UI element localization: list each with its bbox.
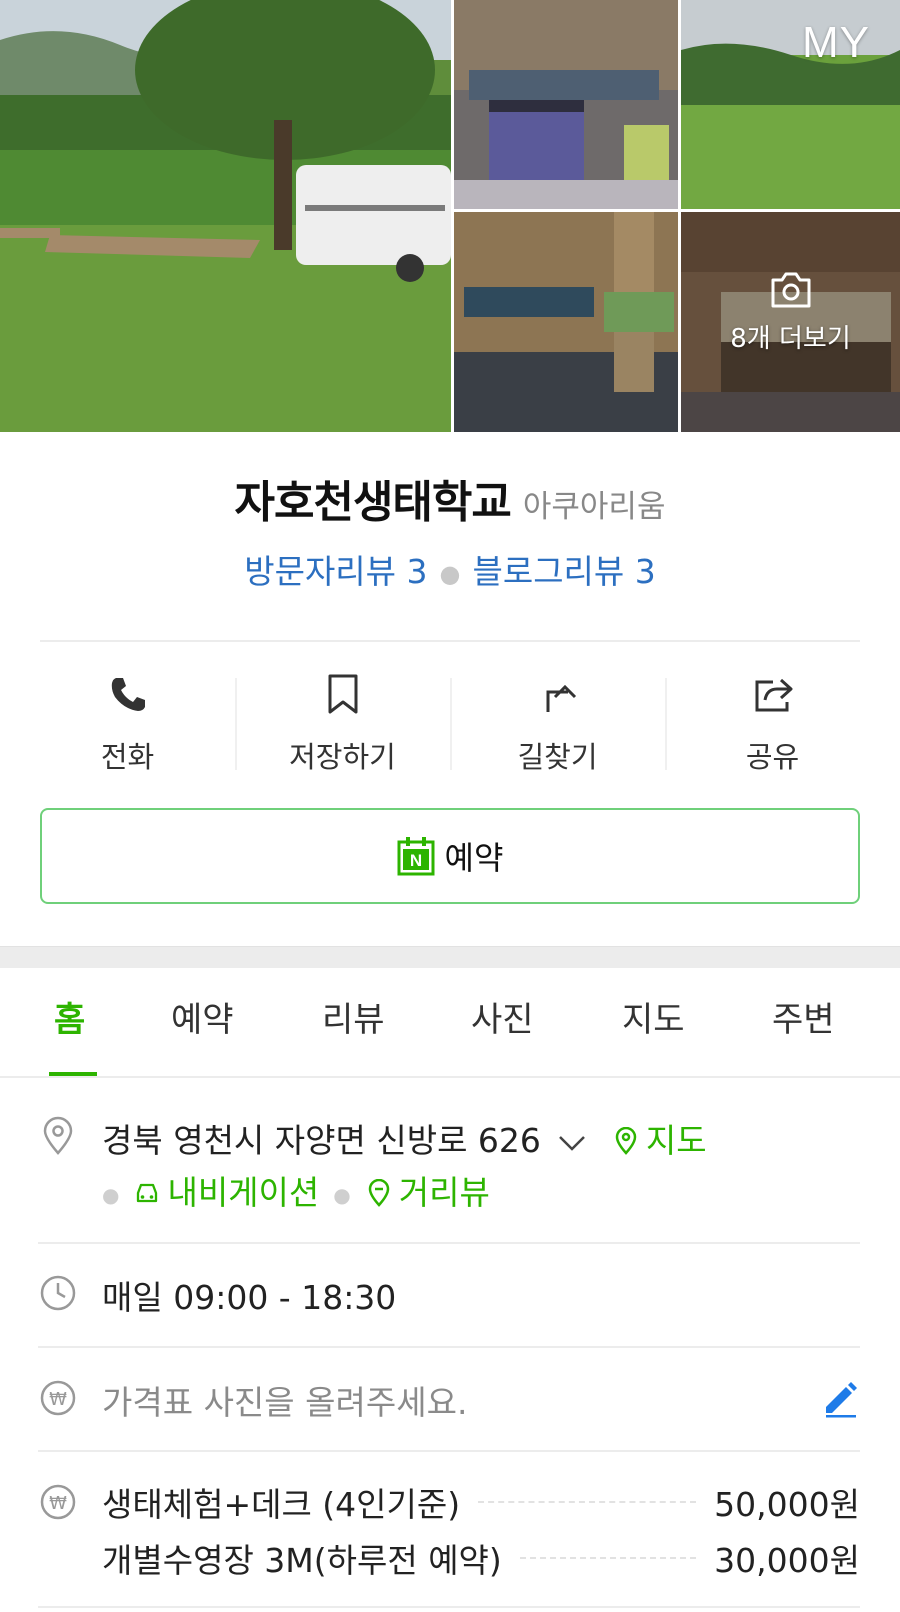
price-item-name: 생태체험+데크 (4인기준) xyxy=(102,1485,461,1524)
clock-icon xyxy=(40,1275,76,1311)
place-category: 아쿠아리움 xyxy=(522,489,666,525)
main-photo[interactable] xyxy=(0,0,451,432)
map-link[interactable]: 지도 xyxy=(612,1121,707,1160)
blog-reviews-link[interactable]: 블로그리뷰 3 xyxy=(472,552,655,591)
tab-reviews[interactable]: 리뷰 xyxy=(322,992,385,1041)
address-row: 경북 영천시 자양면 신방로 626 지도 xyxy=(102,1114,707,1162)
call-button[interactable]: 전화 xyxy=(20,660,235,780)
map-pin-icon xyxy=(615,1127,637,1155)
navigation-label: 내비게이션 xyxy=(167,1173,320,1212)
camera-icon xyxy=(771,272,810,307)
photo-tank-wall[interactable] xyxy=(454,212,678,432)
call-label: 전화 xyxy=(100,740,155,774)
photo-aquarium-hall[interactable] xyxy=(454,0,678,209)
location-pin-icon xyxy=(43,1116,73,1155)
my-badge[interactable]: MY xyxy=(802,18,870,68)
divider xyxy=(38,1242,860,1244)
separator-dot: ● xyxy=(333,1182,351,1207)
active-tab-indicator xyxy=(49,1072,97,1076)
action-bar: 전화 저장하기 길찾기 공유 xyxy=(20,660,880,780)
svg-text:N: N xyxy=(409,851,421,870)
tab-home[interactable]: 홈 xyxy=(54,992,85,1041)
tab-bar: 홈 예약 리뷰 사진 지도 주변 xyxy=(0,968,900,1078)
address-links-row: ● 내비게이션 ● 거리뷰 xyxy=(102,1166,490,1214)
price-leader xyxy=(519,1557,697,1559)
street-view-label: 거리뷰 xyxy=(398,1173,490,1212)
car-icon xyxy=(137,1183,158,1203)
price-photo-prompt: 가격표 사진을 올려주세요. xyxy=(102,1383,468,1422)
share-icon xyxy=(755,678,792,712)
section-gap xyxy=(0,946,900,968)
naver-booking-icon: N xyxy=(397,837,435,876)
tab-booking[interactable]: 예약 xyxy=(171,992,234,1041)
address-text[interactable]: 경북 영천시 자양면 신방로 626 xyxy=(102,1121,541,1160)
won-icon: ₩ xyxy=(40,1484,76,1520)
svg-text:₩: ₩ xyxy=(49,1389,67,1410)
street-view-pin-icon xyxy=(368,1179,389,1207)
place-header: 자호천생태학교 아쿠아리움 xyxy=(0,466,900,530)
separator-dot: ● xyxy=(102,1182,120,1207)
place-name: 자호천생태학교 xyxy=(234,477,512,528)
map-link-label: 지도 xyxy=(645,1121,707,1160)
hours-text[interactable]: 매일 09:00 - 18:30 xyxy=(102,1271,396,1319)
tab-photos[interactable]: 사진 xyxy=(471,992,534,1041)
price-item: 개별수영장 3M(하루전 예약) 30,000원 xyxy=(102,1536,860,1580)
save-label: 저장하기 xyxy=(289,740,396,774)
price-item: 생태체험+데크 (4인기준) 50,000원 xyxy=(102,1480,860,1524)
visitor-reviews-link[interactable]: 방문자리뷰 3 xyxy=(244,552,427,591)
divider xyxy=(40,640,860,642)
price-item-value: 50,000원 xyxy=(714,1485,860,1524)
directions-icon xyxy=(546,684,576,712)
edit-pencil-icon[interactable] xyxy=(818,1377,860,1419)
more-photos-label: 8개 더보기 xyxy=(730,323,851,354)
bookmark-icon xyxy=(328,674,357,714)
separator-dot: ● xyxy=(439,559,461,588)
photo-gallery: MY 8개 더보기 xyxy=(0,0,900,432)
price-item-value: 30,000원 xyxy=(714,1541,860,1580)
divider xyxy=(38,1450,860,1452)
price-item-name: 개별수영장 3M(하루전 예약) xyxy=(102,1541,502,1580)
won-icon: ₩ xyxy=(40,1380,76,1416)
more-photos-overlay[interactable]: 8개 더보기 xyxy=(681,212,900,432)
divider xyxy=(38,1606,860,1608)
save-button[interactable]: 저장하기 xyxy=(235,660,450,780)
svg-text:₩: ₩ xyxy=(49,1493,67,1514)
share-label: 공유 xyxy=(745,740,800,774)
booking-button[interactable]: N 예약 xyxy=(40,808,860,904)
booking-label: 예약 xyxy=(444,839,504,877)
review-links: 방문자리뷰 3 ● 블로그리뷰 3 xyxy=(0,545,900,593)
share-button[interactable]: 공유 xyxy=(665,660,880,780)
chevron-down-icon[interactable] xyxy=(557,1132,587,1154)
price-leader xyxy=(478,1501,697,1503)
navigation-link[interactable]: 내비게이션 xyxy=(133,1173,319,1212)
tab-map[interactable]: 지도 xyxy=(622,992,685,1041)
directions-button[interactable]: 길찾기 xyxy=(450,660,665,780)
tab-nearby[interactable]: 주변 xyxy=(772,992,835,1041)
phone-icon xyxy=(111,678,145,711)
directions-label: 길찾기 xyxy=(517,740,598,774)
divider xyxy=(38,1346,860,1348)
street-view-link[interactable]: 거리뷰 xyxy=(365,1173,490,1212)
